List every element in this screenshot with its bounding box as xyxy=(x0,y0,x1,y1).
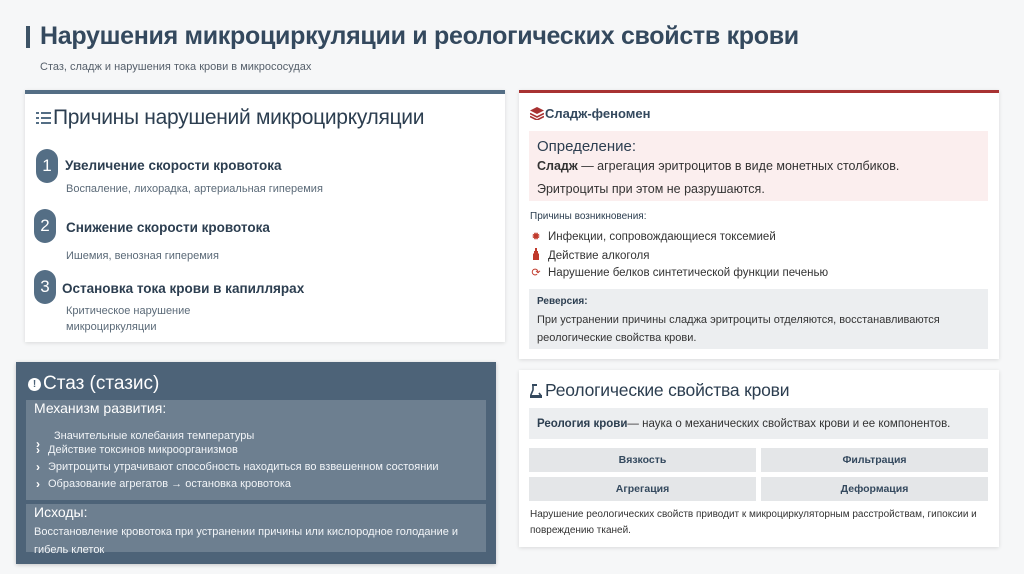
reason-text: Нарушение белков синтетической функции п… xyxy=(548,266,829,279)
flask-icon xyxy=(530,383,542,398)
reason-item: ✹ Инфекции, сопровождающиеся токсемией xyxy=(530,230,776,244)
title-accent-bar xyxy=(26,26,30,48)
property-viscosity: Вязкость xyxy=(529,448,756,472)
definition-heading: Определение: xyxy=(537,138,637,155)
cause-description: Ишемия, венозная гиперемия xyxy=(66,250,219,262)
mechanism-item-text: Эритроциты утрачивают способность находи… xyxy=(48,461,439,473)
list-icon xyxy=(36,111,51,126)
cause-description: Критическое нарушение xyxy=(66,305,191,317)
reversion-heading: Реверсия: xyxy=(537,296,588,307)
cause-title: Увеличение скорости кровотока xyxy=(65,158,282,173)
causes-heading: Причины нарушений микроциркуляции xyxy=(36,106,424,130)
virus-icon: ✹ xyxy=(531,231,541,243)
cause-number-badge: 2 xyxy=(34,209,56,243)
page-title: Нарушения микроциркуляции и реологически… xyxy=(40,22,799,50)
rheology-definition: Реология крови — наука о механических св… xyxy=(529,408,988,439)
chevron-right-icon: › xyxy=(36,477,40,491)
bottle-icon xyxy=(530,248,542,263)
rheology-term: Реология крови xyxy=(537,417,628,430)
cause-description: Воспаление, лихорадка, артериальная гипе… xyxy=(66,183,323,195)
rheology-note: Нарушение реологических свойств приводит… xyxy=(530,509,977,536)
stasis-heading: ! Стаз (стазис) xyxy=(28,373,159,395)
mechanism-item-text: Значительные колебания температуры xyxy=(54,430,255,442)
mechanism-item: › Эритроциты утрачивают способность нахо… xyxy=(36,460,439,474)
definition-text: — агрегация эритроцитов в виде монетных … xyxy=(577,159,900,173)
mechanism-box: Механизм развития: › Значительные колеба… xyxy=(26,400,486,500)
definition-line: Сладж — агрегация эритроцитов в виде мон… xyxy=(537,159,899,173)
property-aggregation: Агрегация xyxy=(529,477,756,501)
cause-title: Остановка тока крови в капиллярах xyxy=(62,281,305,296)
sludge-heading: Сладж-феномен xyxy=(530,106,650,121)
definition-term: Сладж xyxy=(537,159,578,173)
causes-card: Причины нарушений микроциркуляции 1 Увел… xyxy=(25,90,505,342)
reason-text: Инфекции, сопровождающиеся токсемией xyxy=(548,230,776,243)
causes-title: Причины нарушений микроциркуляции xyxy=(53,106,425,129)
outcome-text: Восстановление кровотока при устранении … xyxy=(34,526,459,556)
layers-icon xyxy=(530,107,544,120)
reversion-box: Реверсия: При устранении причины сладжа … xyxy=(529,289,988,349)
rheology-heading: Реологические свойства крови xyxy=(530,380,790,401)
mechanism-item: › Действие токсинов микроорганизмов xyxy=(36,443,238,457)
page-subtitle: Стаз, сладж и нарушения тока крови в мик… xyxy=(40,61,312,73)
mechanism-heading: Механизм развития: xyxy=(34,400,167,416)
reversion-text: При устранении причины сладжа эритроциты… xyxy=(537,314,940,344)
sludge-card: Сладж-феномен Определение: Сладж — агрег… xyxy=(519,90,999,359)
mechanism-item: › Образование агрегатов → остановка кров… xyxy=(36,477,291,491)
cause-title: Снижение скорости кровотока xyxy=(66,220,270,235)
refresh-icon: ⟳ xyxy=(531,267,541,279)
property-filtration: Фильтрация xyxy=(761,448,988,472)
cause-number-badge: 3 xyxy=(34,270,56,304)
cause-description: микроциркуляции xyxy=(66,321,157,333)
exclamation-circle-icon: ! xyxy=(28,377,41,391)
rheology-title: Реологические свойства крови xyxy=(545,380,790,400)
mechanism-item-text: Действие токсинов микроорганизмов xyxy=(48,444,238,456)
reason-item: Действие алкоголя xyxy=(530,248,649,263)
outcome-box: Исходы: Восстановление кровотока при уст… xyxy=(26,504,486,556)
rheology-card: Реологические свойства крови Реология кр… xyxy=(519,370,999,547)
cause-number-badge: 1 xyxy=(36,149,58,183)
rheology-definition-text: — наука о механических свойствах крови и… xyxy=(627,417,951,430)
definition-line-2: Эритроциты при этом не разрушаются. xyxy=(537,182,765,196)
chevron-right-icon: › xyxy=(36,443,40,457)
stasis-title: Стаз (стазис) xyxy=(43,373,160,394)
chevron-right-icon: › xyxy=(36,460,40,474)
definition-box: Определение: Сладж — агрегация эритроцит… xyxy=(529,131,988,201)
reason-item: ⟳ Нарушение белков синтетической функции… xyxy=(530,266,829,280)
reasons-heading: Причины возникновения: xyxy=(530,211,647,222)
outcome-heading: Исходы: xyxy=(34,504,88,520)
property-deformation: Деформация xyxy=(761,477,988,501)
sludge-title: Сладж-феномен xyxy=(545,106,651,121)
reason-text: Действие алкоголя xyxy=(548,249,650,262)
mechanism-item-text: Образование агрегатов → остановка кровот… xyxy=(48,478,291,490)
stasis-card: ! Стаз (стазис) Механизм развития: › Зна… xyxy=(16,362,496,564)
